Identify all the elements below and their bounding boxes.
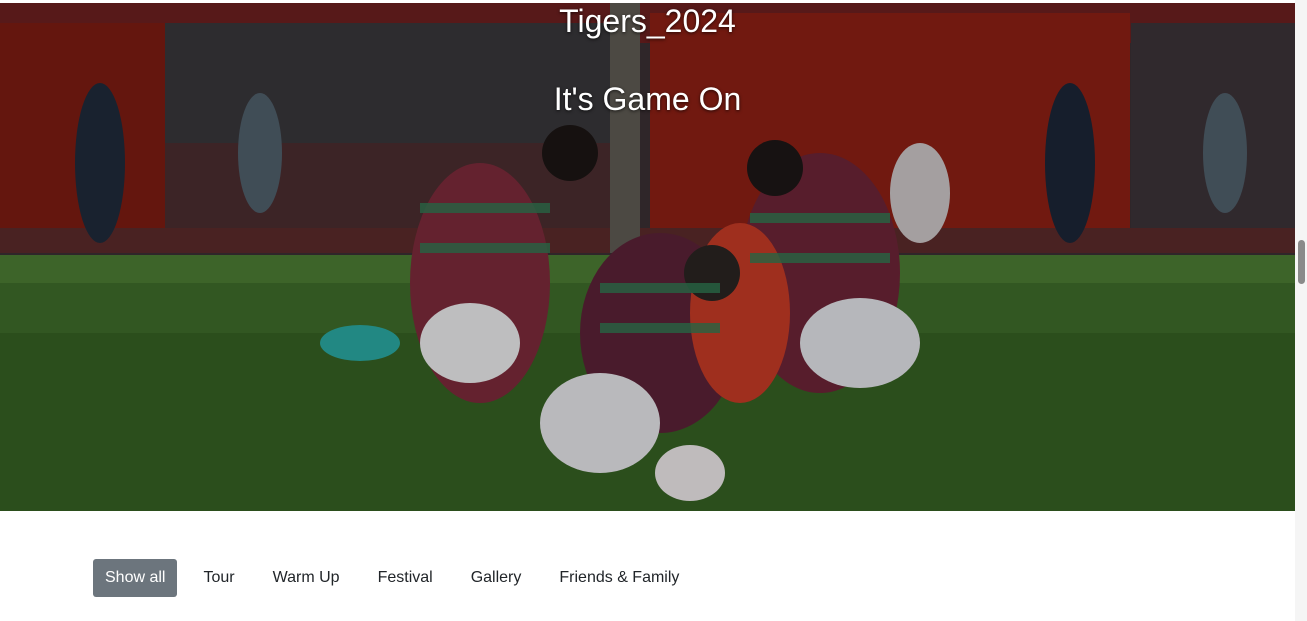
vertical-scrollbar[interactable] [1295, 0, 1307, 621]
filter-show-all-button[interactable]: Show all [93, 559, 178, 597]
hero-banner: Tigers_2024 It's Game On [0, 3, 1295, 511]
page: Tigers_2024 It's Game On Show all Tour W… [0, 0, 1307, 621]
filter-warm-up-button[interactable]: Warm Up [261, 559, 352, 597]
hero-title: Tigers_2024 [559, 3, 736, 39]
scrollbar-thumb[interactable] [1298, 240, 1305, 284]
gallery-filter-nav: Show all Tour Warm Up Festival Gallery F… [93, 559, 705, 597]
filter-gallery-button[interactable]: Gallery [459, 559, 534, 597]
filter-friends-family-button[interactable]: Friends & Family [547, 559, 691, 597]
hero-subtitle: It's Game On [553, 81, 742, 117]
filter-festival-button[interactable]: Festival [366, 559, 445, 597]
filter-tour-button[interactable]: Tour [191, 559, 246, 597]
